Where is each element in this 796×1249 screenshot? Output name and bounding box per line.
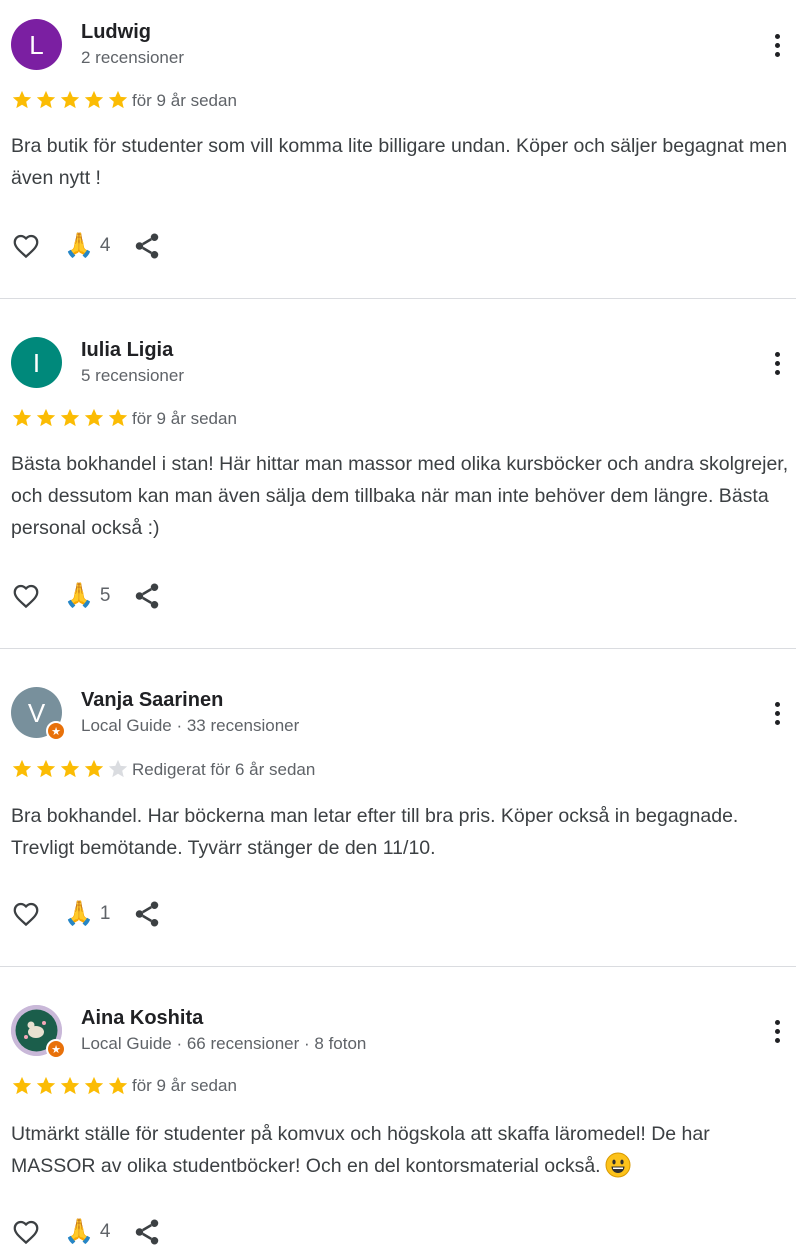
star-icon xyxy=(36,90,56,109)
reaction-button[interactable]: 🙏 1 xyxy=(64,902,110,926)
more-options-button[interactable] xyxy=(766,345,788,381)
reaction-button[interactable]: 🙏 4 xyxy=(64,234,110,258)
star-rating xyxy=(10,407,130,429)
share-icon xyxy=(136,1219,159,1245)
review-text: Bra bokhandel. Har böckerna man letar ef… xyxy=(11,805,739,859)
like-button[interactable] xyxy=(10,231,42,261)
star-icon xyxy=(84,759,104,778)
reviewer-name[interactable]: Ludwig xyxy=(81,21,151,44)
reaction-count: 4 xyxy=(99,1221,111,1242)
review-actions: 🙏 1 xyxy=(10,897,162,931)
reviewer-meta[interactable]: Local Guide · 66 recensioner · 8 foton xyxy=(81,1034,366,1054)
more-options-button[interactable] xyxy=(766,695,788,731)
reviewer-meta[interactable]: 2 recensioner xyxy=(81,48,184,68)
share-icon xyxy=(136,901,159,927)
reviewer-name[interactable]: Vanja Saarinen xyxy=(81,689,223,712)
star-icon xyxy=(60,408,80,427)
like-button[interactable] xyxy=(10,581,42,611)
reviewer-meta[interactable]: 5 recensioner xyxy=(81,366,184,386)
share-button[interactable] xyxy=(132,231,162,261)
avatar[interactable]: I xyxy=(11,337,62,388)
reaction-count: 5 xyxy=(99,585,111,606)
star-rating xyxy=(10,1075,130,1097)
share-icon xyxy=(136,233,159,259)
review-text: Bästa bokhandel i stan! Här hittar man m… xyxy=(11,453,789,539)
reaction-button[interactable]: 🙏 5 xyxy=(64,584,110,608)
avatar-letter: L xyxy=(29,29,44,60)
star-rating xyxy=(10,89,130,111)
local-guide-badge-icon: ★ xyxy=(46,1039,66,1059)
more-vertical-icon xyxy=(774,351,780,357)
more-options-button[interactable] xyxy=(766,27,788,63)
review-text: Bra butik för studenter som vill komma l… xyxy=(11,135,788,189)
share-button[interactable] xyxy=(132,1217,162,1247)
star-icon xyxy=(12,90,32,109)
more-vertical-icon xyxy=(774,33,780,39)
more-vertical-icon xyxy=(774,701,780,707)
divider xyxy=(0,298,796,299)
folded-hands-emoji: 🙏 xyxy=(64,900,94,927)
heart-outline-icon xyxy=(13,902,39,927)
like-button[interactable] xyxy=(10,899,42,929)
star-icon xyxy=(84,90,104,109)
review-actions: 🙏 4 xyxy=(10,1215,162,1249)
share-icon xyxy=(136,583,159,609)
star-icon xyxy=(108,90,128,109)
heart-outline-icon xyxy=(13,234,39,259)
star-icon xyxy=(84,1076,104,1095)
grinning-face-emoji xyxy=(605,1152,631,1178)
star-icon xyxy=(84,408,104,427)
avatar-letter: V xyxy=(27,697,46,728)
avatar[interactable]: L xyxy=(11,19,62,70)
avatar-letter: I xyxy=(32,347,41,378)
star-rating xyxy=(10,758,130,780)
avatar[interactable]: ★ xyxy=(11,1005,66,1059)
star-icon xyxy=(60,759,80,778)
folded-hands-emoji: 🙏 xyxy=(64,582,94,609)
review-actions: 🙏 5 xyxy=(10,579,162,613)
more-vertical-icon xyxy=(774,1019,780,1025)
star-empty-icon xyxy=(108,759,128,778)
divider xyxy=(0,966,796,967)
review-actions: 🙏 4 xyxy=(10,229,162,263)
folded-hands-emoji: 🙏 xyxy=(64,1218,94,1245)
reviewer-name[interactable]: Aina Koshita xyxy=(81,1007,203,1030)
star-icon xyxy=(36,1076,56,1095)
like-button[interactable] xyxy=(10,1217,42,1247)
review-text-container: Utmärkt ställe för studenter på komvux o… xyxy=(11,1118,796,1182)
star-icon xyxy=(108,408,128,427)
reaction-count: 4 xyxy=(99,235,111,256)
share-button[interactable] xyxy=(132,899,162,929)
review-date: för 9 år sedan xyxy=(132,1076,237,1095)
reaction-count: 1 xyxy=(99,903,111,924)
avatar[interactable]: V ★ xyxy=(11,687,66,741)
star-icon xyxy=(12,1076,32,1095)
local-guide-badge-icon: ★ xyxy=(46,721,66,741)
heart-outline-icon xyxy=(13,1220,39,1245)
share-button[interactable] xyxy=(132,581,162,611)
more-options-button[interactable] xyxy=(766,1013,788,1049)
reaction-button[interactable]: 🙏 4 xyxy=(64,1220,110,1244)
divider xyxy=(0,648,796,649)
heart-outline-icon xyxy=(13,584,39,609)
reviewer-name[interactable]: Iulia Ligia xyxy=(81,339,173,362)
star-icon xyxy=(12,408,32,427)
reviewer-meta[interactable]: Local Guide · 33 recensioner xyxy=(81,716,299,736)
review-date: för 9 år sedan xyxy=(132,91,237,110)
review-date: för 9 år sedan xyxy=(132,409,237,428)
star-icon xyxy=(108,1076,128,1095)
folded-hands-emoji: 🙏 xyxy=(64,232,94,259)
star-icon xyxy=(60,1076,80,1095)
star-icon xyxy=(36,408,56,427)
star-icon xyxy=(12,759,32,778)
star-icon xyxy=(36,759,56,778)
star-icon xyxy=(60,90,80,109)
review-date: Redigerat för 6 år sedan xyxy=(132,760,316,779)
